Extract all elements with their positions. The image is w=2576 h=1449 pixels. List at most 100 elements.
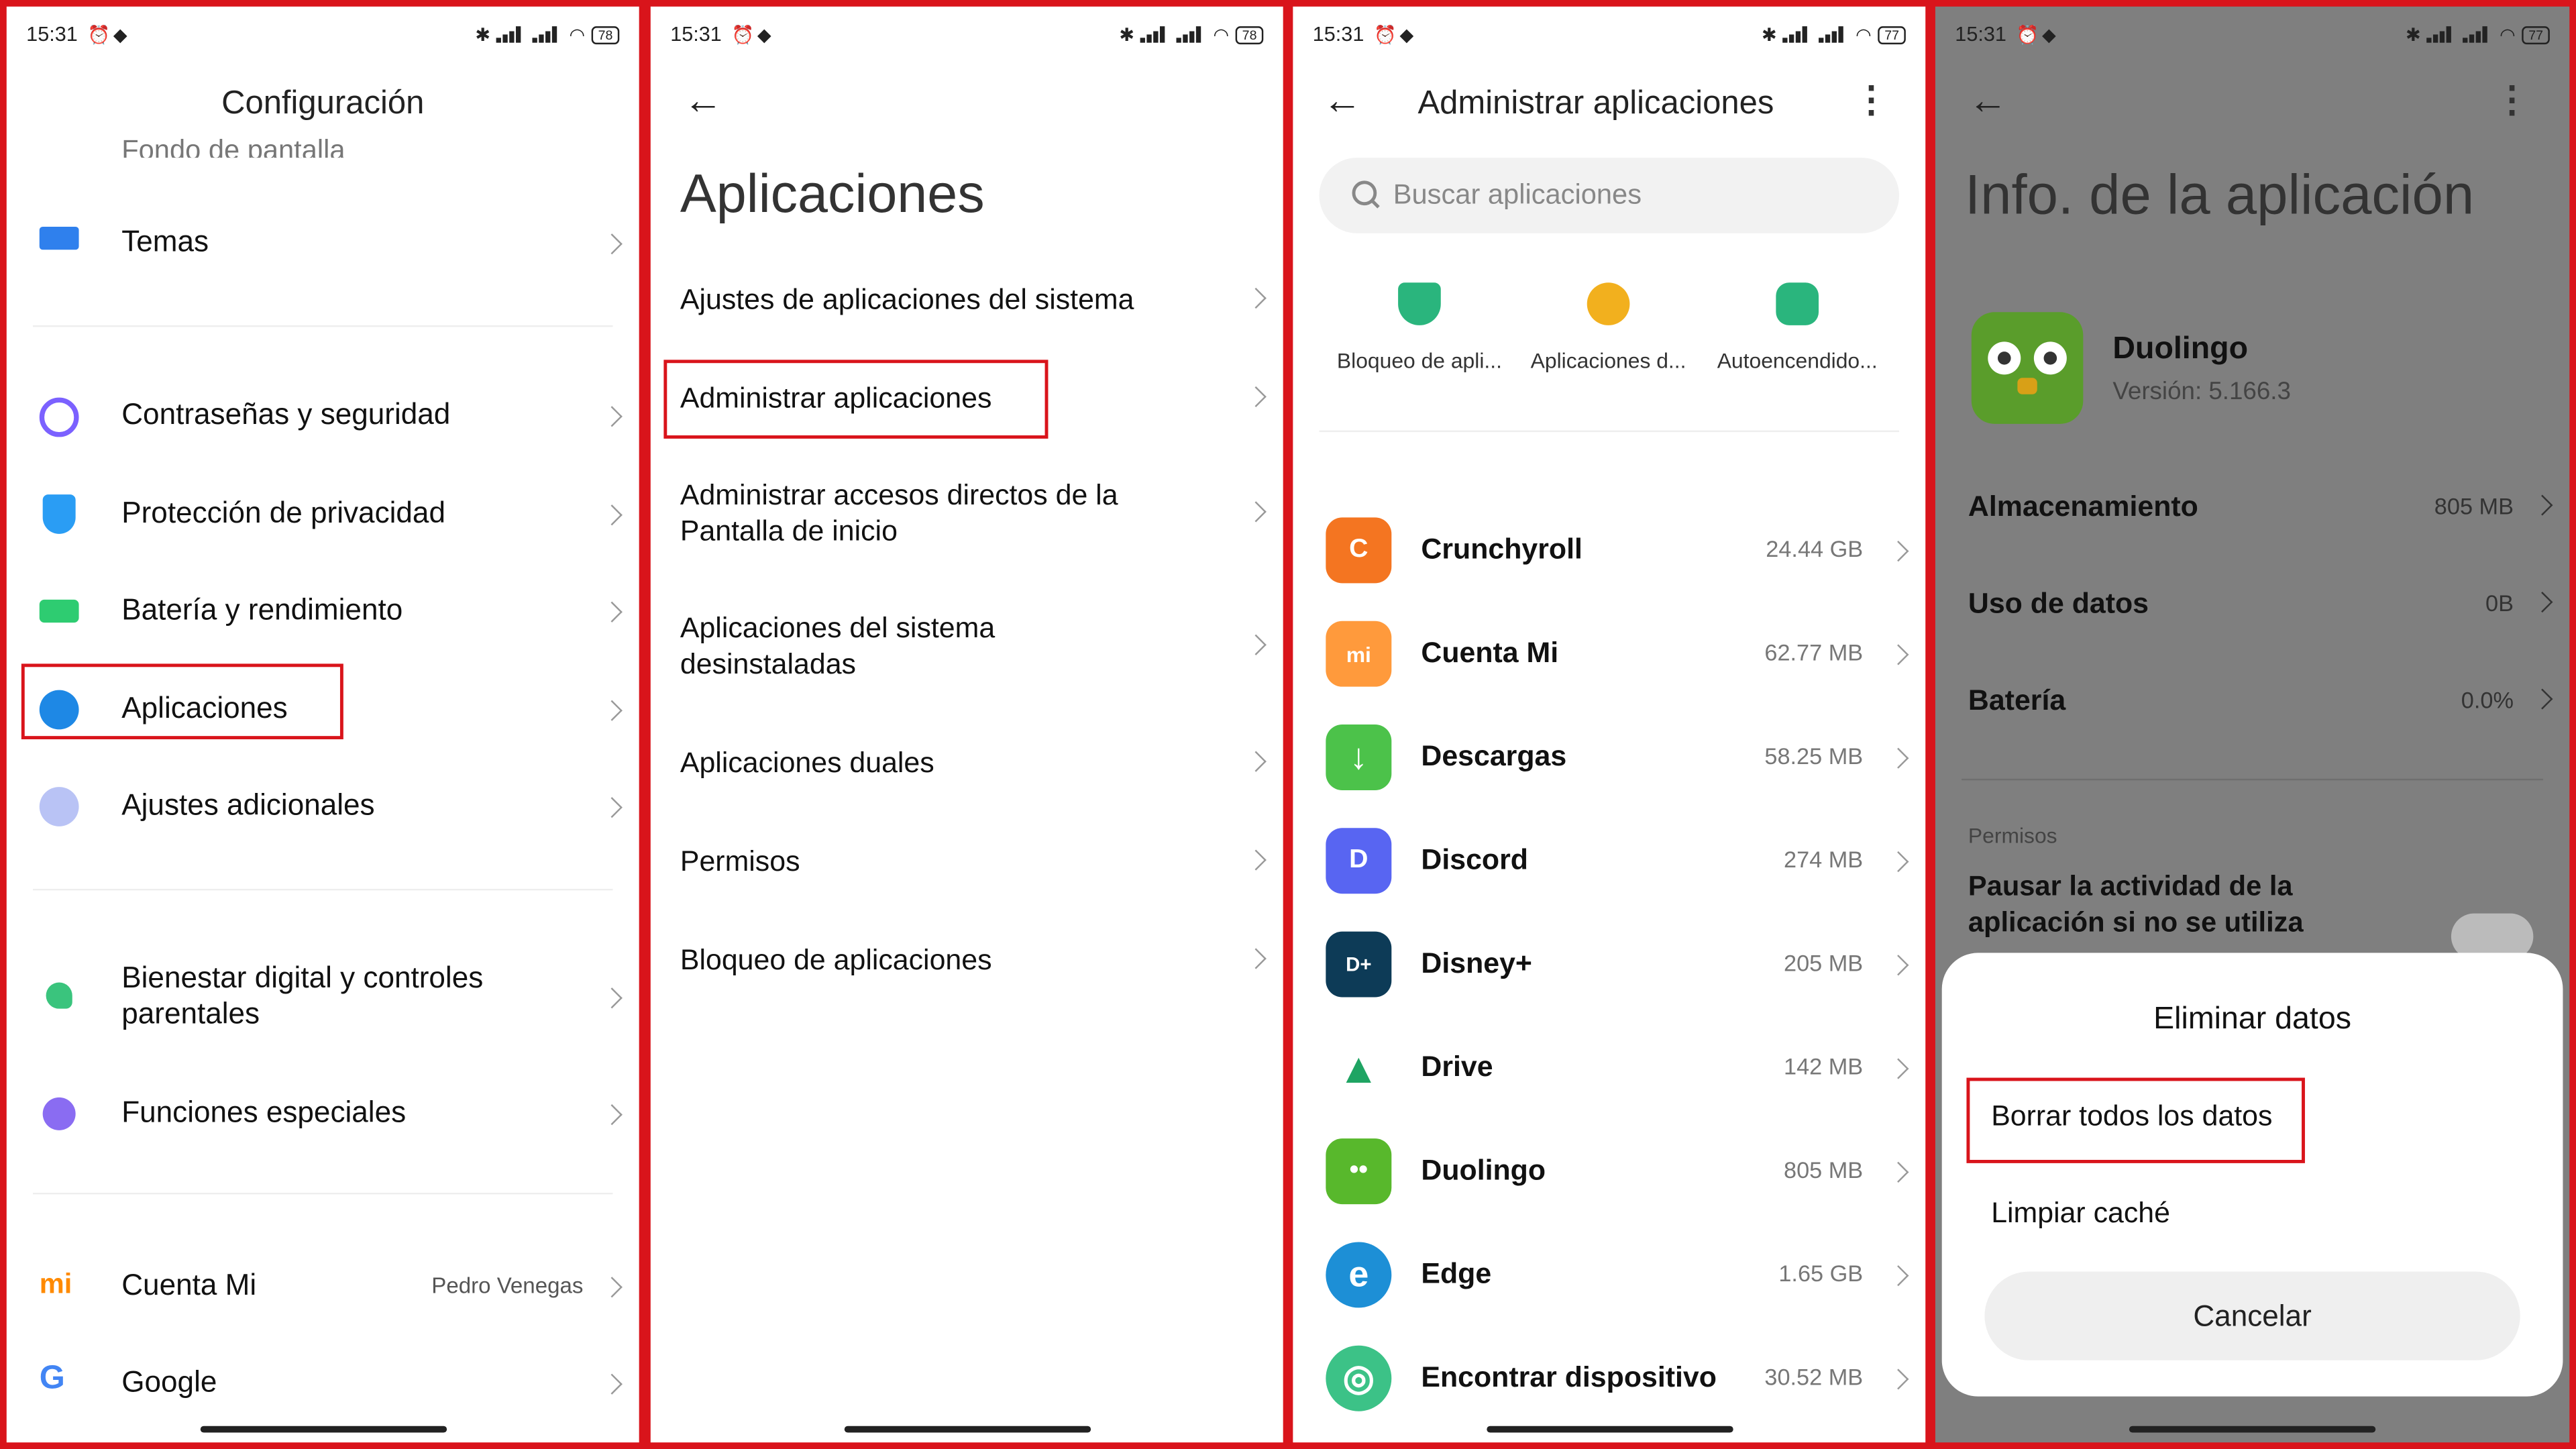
list-item-permissions[interactable]: Permisos xyxy=(680,843,1206,879)
signal-icon xyxy=(1783,26,1813,43)
app-row-cuenta-mi[interactable]: mi Cuenta Mi 62.77 MB xyxy=(1293,604,1925,703)
duolingo-icon xyxy=(1971,312,2084,424)
autostart-icon xyxy=(1776,282,1819,325)
bluetooth-icon: ✱ xyxy=(1119,25,1134,46)
home-indicator[interactable] xyxy=(843,1426,1090,1433)
quick-action-autostart[interactable]: Autoencendido... xyxy=(1707,282,1888,373)
app-row-duolingo[interactable]: •• Duolingo 805 MB xyxy=(1293,1122,1925,1221)
row-battery[interactable]: Batería 0.0% xyxy=(1968,677,2569,726)
settings-item-mi-account[interactable]: mi Cuenta Mi Pedro Venegas xyxy=(7,1254,639,1320)
chevron-right-icon xyxy=(1245,849,1267,871)
chevron-right-icon xyxy=(1245,634,1267,655)
battery-icon xyxy=(39,599,79,623)
chevron-right-icon xyxy=(601,987,623,1009)
chevron-right-icon xyxy=(2532,688,2553,710)
wifi-icon: ◠ xyxy=(569,25,586,46)
chevron-right-icon xyxy=(1245,948,1267,969)
chevron-right-icon xyxy=(1888,1368,1909,1390)
signal-icon xyxy=(1177,26,1207,43)
alarm-icon: ⏰◆ xyxy=(1374,25,1417,46)
page-title: Aplicaciones xyxy=(680,162,985,224)
app-row-drive[interactable]: ▲ Drive 142 MB xyxy=(1293,1018,1925,1117)
list-item-uninstalled-system-apps[interactable]: Aplicaciones del sistema desinstaladas xyxy=(680,610,1075,682)
mi-account-icon: mi xyxy=(1326,621,1392,687)
status-bar: 15:31 ⏰◆ ✱ ◠ 77 xyxy=(1955,19,2550,49)
search-placeholder: Buscar aplicaciones xyxy=(1393,178,1642,211)
back-arrow-icon[interactable]: ← xyxy=(1968,79,2008,125)
alarm-icon: ⏰◆ xyxy=(731,25,775,46)
signal-icon xyxy=(1819,26,1849,43)
signal-icon xyxy=(1140,26,1171,43)
wifi-icon: ◠ xyxy=(2500,25,2516,46)
battery-indicator: 78 xyxy=(591,25,620,44)
status-time: 15:31 xyxy=(26,23,78,46)
chevron-right-icon xyxy=(601,1104,623,1126)
app-row-find-device[interactable]: ◎ Encontrar dispositivo 30.52 MB xyxy=(1293,1329,1925,1428)
clear-cache-option[interactable]: Limpiar caché xyxy=(1991,1196,2170,1230)
fingerprint-icon xyxy=(39,397,79,437)
settings-item-special[interactable]: Funciones especiales xyxy=(7,1081,639,1146)
settings-item-wellbeing[interactable]: Bienestar digital y controles parentales xyxy=(7,959,639,1035)
chevron-right-icon xyxy=(1888,955,1909,976)
app-row-disney[interactable]: D+ Disney+ 205 MB xyxy=(1293,915,1925,1014)
divider xyxy=(32,888,613,891)
quick-action-app-lock[interactable]: Bloqueo de apli... xyxy=(1329,282,1509,373)
back-arrow-icon[interactable]: ← xyxy=(684,79,723,125)
app-row-descargas[interactable]: ↓ Descargas 58.25 MB xyxy=(1293,708,1925,807)
app-row-crunchyroll[interactable]: C Crunchyroll 24.44 GB xyxy=(1293,501,1925,600)
status-bar: 15:31 ⏰◆ ✱ ◠ 78 xyxy=(670,19,1264,49)
highlight-box xyxy=(21,663,343,740)
chevron-right-icon xyxy=(1245,287,1267,309)
crunchyroll-icon: C xyxy=(1326,517,1392,584)
more-options-icon[interactable]: ⋮ xyxy=(2494,79,2530,122)
signal-icon xyxy=(496,26,527,43)
chevron-right-icon xyxy=(1888,747,1909,769)
edge-icon: e xyxy=(1326,1242,1392,1308)
status-bar: 15:31 ⏰◆ ✱ ◠ 77 xyxy=(1313,19,1906,49)
chevron-right-icon xyxy=(2532,591,2553,613)
more-options-icon[interactable]: ⋮ xyxy=(1853,79,1889,122)
chevron-right-icon xyxy=(1888,541,1909,562)
list-item-system-app-settings[interactable]: Ajustes de aplicaciones del sistema xyxy=(680,281,1206,317)
home-indicator[interactable] xyxy=(2129,1426,2376,1433)
app-row-edge[interactable]: e Edge 1.65 GB xyxy=(1293,1226,1925,1324)
row-storage[interactable]: Almacenamiento 805 MB xyxy=(1968,483,2569,532)
chevron-right-icon xyxy=(601,1277,623,1298)
app-name: Duolingo xyxy=(2112,331,2248,367)
highlight-box xyxy=(1966,1077,2305,1163)
battery-indicator: 77 xyxy=(1878,25,1906,44)
wifi-icon: ◠ xyxy=(1213,25,1230,46)
page-title: Administrar aplicaciones xyxy=(1417,85,1774,122)
chevron-right-icon xyxy=(601,504,623,526)
settings-item-additional[interactable]: Ajustes adicionales xyxy=(7,773,639,839)
list-item-app-lock[interactable]: Bloqueo de aplicaciones xyxy=(680,941,1206,977)
pause-activity-label: Pausar la actividad de la aplicación si … xyxy=(1968,870,2304,938)
settings-item-themes[interactable]: Temas xyxy=(7,210,639,276)
divider xyxy=(32,1192,613,1195)
themes-icon xyxy=(39,226,79,250)
app-row-discord[interactable]: D Discord 274 MB xyxy=(1293,812,1925,910)
settings-item-privacy[interactable]: Protección de privacidad xyxy=(7,482,639,547)
back-arrow-icon[interactable]: ← xyxy=(1322,79,1362,125)
dual-apps-icon xyxy=(1587,282,1630,325)
bluetooth-icon: ✱ xyxy=(1761,25,1777,46)
list-item-home-shortcuts[interactable]: Administrar accesos directos de la Panta… xyxy=(680,476,1206,549)
settings-item-google[interactable]: G Google xyxy=(7,1350,639,1416)
chevron-right-icon xyxy=(1245,751,1267,772)
chevron-right-icon xyxy=(1245,501,1267,523)
home-indicator[interactable] xyxy=(199,1426,446,1433)
list-item-dual-apps[interactable]: Aplicaciones duales xyxy=(680,744,1206,780)
settings-item-passwords[interactable]: Contraseñas y seguridad xyxy=(7,383,639,449)
quick-action-dual-apps[interactable]: Aplicaciones d... xyxy=(1518,282,1699,373)
row-data-usage[interactable]: Uso de datos 0B xyxy=(1968,580,2569,629)
search-input[interactable]: Buscar aplicaciones xyxy=(1319,158,1900,233)
account-name: Pedro Venegas xyxy=(431,1273,584,1298)
chevron-right-icon xyxy=(601,601,623,623)
home-indicator[interactable] xyxy=(1486,1426,1733,1433)
wellbeing-icon xyxy=(46,982,72,1009)
settings-item-battery[interactable]: Batería y rendimiento xyxy=(7,578,639,644)
mi-account-icon: mi xyxy=(39,1268,72,1300)
list-item-cut: Fondo de pantalla xyxy=(121,134,345,158)
app-info-panel: 15:31 ⏰◆ ✱ ◠ 77 ← ⋮ Info. de la aplicaci… xyxy=(1935,6,2570,1443)
cancel-button[interactable]: Cancelar xyxy=(1984,1271,2520,1360)
